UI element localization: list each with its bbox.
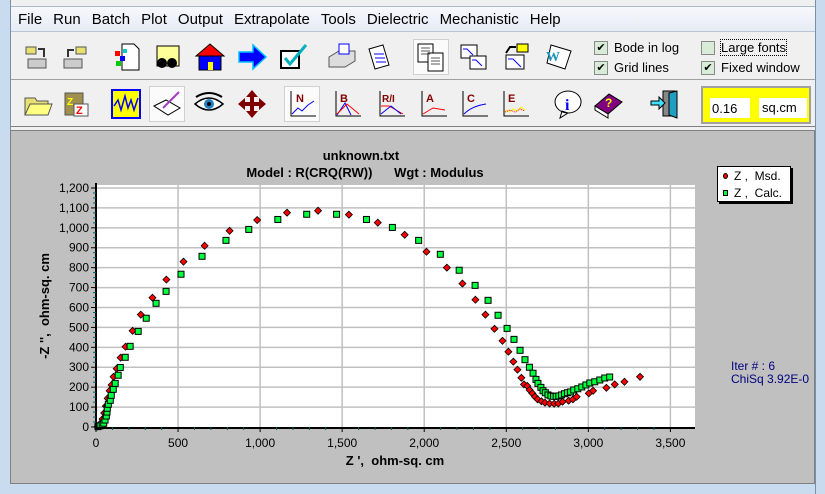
calculated-point [121,353,129,361]
calculated-point [606,373,614,381]
x-axis-label: Z ', ohm-sq. cm [346,453,444,468]
calculated-point [303,210,311,218]
calculated-point [525,363,533,371]
y-tick-label: 900 [69,241,89,255]
calculated-point [134,327,142,335]
calculated-point [415,236,423,244]
calculated-point [494,311,502,319]
fit-info: Iter # : 6 ChiSq 3.92E-0 [731,360,815,386]
calculated-point [116,363,124,371]
calculated-point [529,369,537,377]
y-tick-label: 1,200 [59,181,89,195]
y-tick-label: 200 [69,380,89,394]
x-tick-label: 500 [168,436,188,450]
calculated-point [152,299,160,307]
nyquist-chart: unknown.txt Model : R(CRQ(RW)) Wgt : Mod… [37,148,695,468]
y-tick-label: 700 [69,281,89,295]
x-tick-label: 3,000 [573,436,603,450]
x-tick-label: 3,500 [655,436,685,450]
chart-subtitle: Model : R(CRQ(RW)) Wgt : Modulus [246,165,483,180]
calculated-point [142,314,150,322]
calculated-point [198,252,206,260]
legend-label: Z , Calc. [734,185,783,200]
y-tick-label: 500 [69,320,89,334]
diamond-marker-icon [723,172,728,179]
calculated-point [455,266,463,274]
calculated-point [111,379,119,387]
calculated-point [471,281,479,289]
chi-square-value: ChiSq 3.92E-0 [731,372,810,386]
calculated-point [516,346,524,354]
legend-label: Z , Msd. [734,168,781,183]
calculated-point [245,225,253,233]
calculated-point [222,236,230,244]
x-tick-label: 0 [93,436,100,450]
legend-item-calculated: Z , Calc. [718,184,790,201]
calculated-point [362,215,370,223]
calculated-point [274,215,282,223]
calculated-point [114,371,122,379]
calculated-point [109,385,117,393]
y-tick-label: 300 [69,360,89,374]
plot-area [96,185,695,427]
chart-legend: Z , Msd. Z , Calc. [717,166,791,202]
y-tick-label: 600 [69,300,89,314]
calculated-point [126,342,134,350]
calculated-point [333,210,341,218]
calculated-point [177,270,185,278]
calculated-point [484,296,492,304]
y-tick-label: 100 [69,400,89,414]
calculated-point [521,356,529,364]
calculated-point [162,287,170,295]
legend-item-measured: Z , Msd. [718,167,790,184]
y-tick-label: 0 [82,420,89,434]
y-tick-label: 1,100 [59,201,89,215]
y-tick-label: 1,000 [59,221,89,235]
x-tick-label: 1,500 [327,436,357,450]
chart-title: unknown.txt [323,148,400,163]
calculated-point [503,324,511,332]
x-tick-label: 1,000 [245,436,275,450]
y-axis-label: -Z '', ohm-sq. cm [37,253,52,359]
calculated-point [510,335,518,343]
x-tick-label: 2,000 [409,436,439,450]
square-marker-icon [723,189,728,196]
calculated-point [388,223,396,231]
calculated-point [436,250,444,258]
y-tick-label: 400 [69,340,89,354]
calculated-point [107,391,115,399]
x-tick-label: 2,500 [491,436,521,450]
y-tick-label: 800 [69,261,89,275]
